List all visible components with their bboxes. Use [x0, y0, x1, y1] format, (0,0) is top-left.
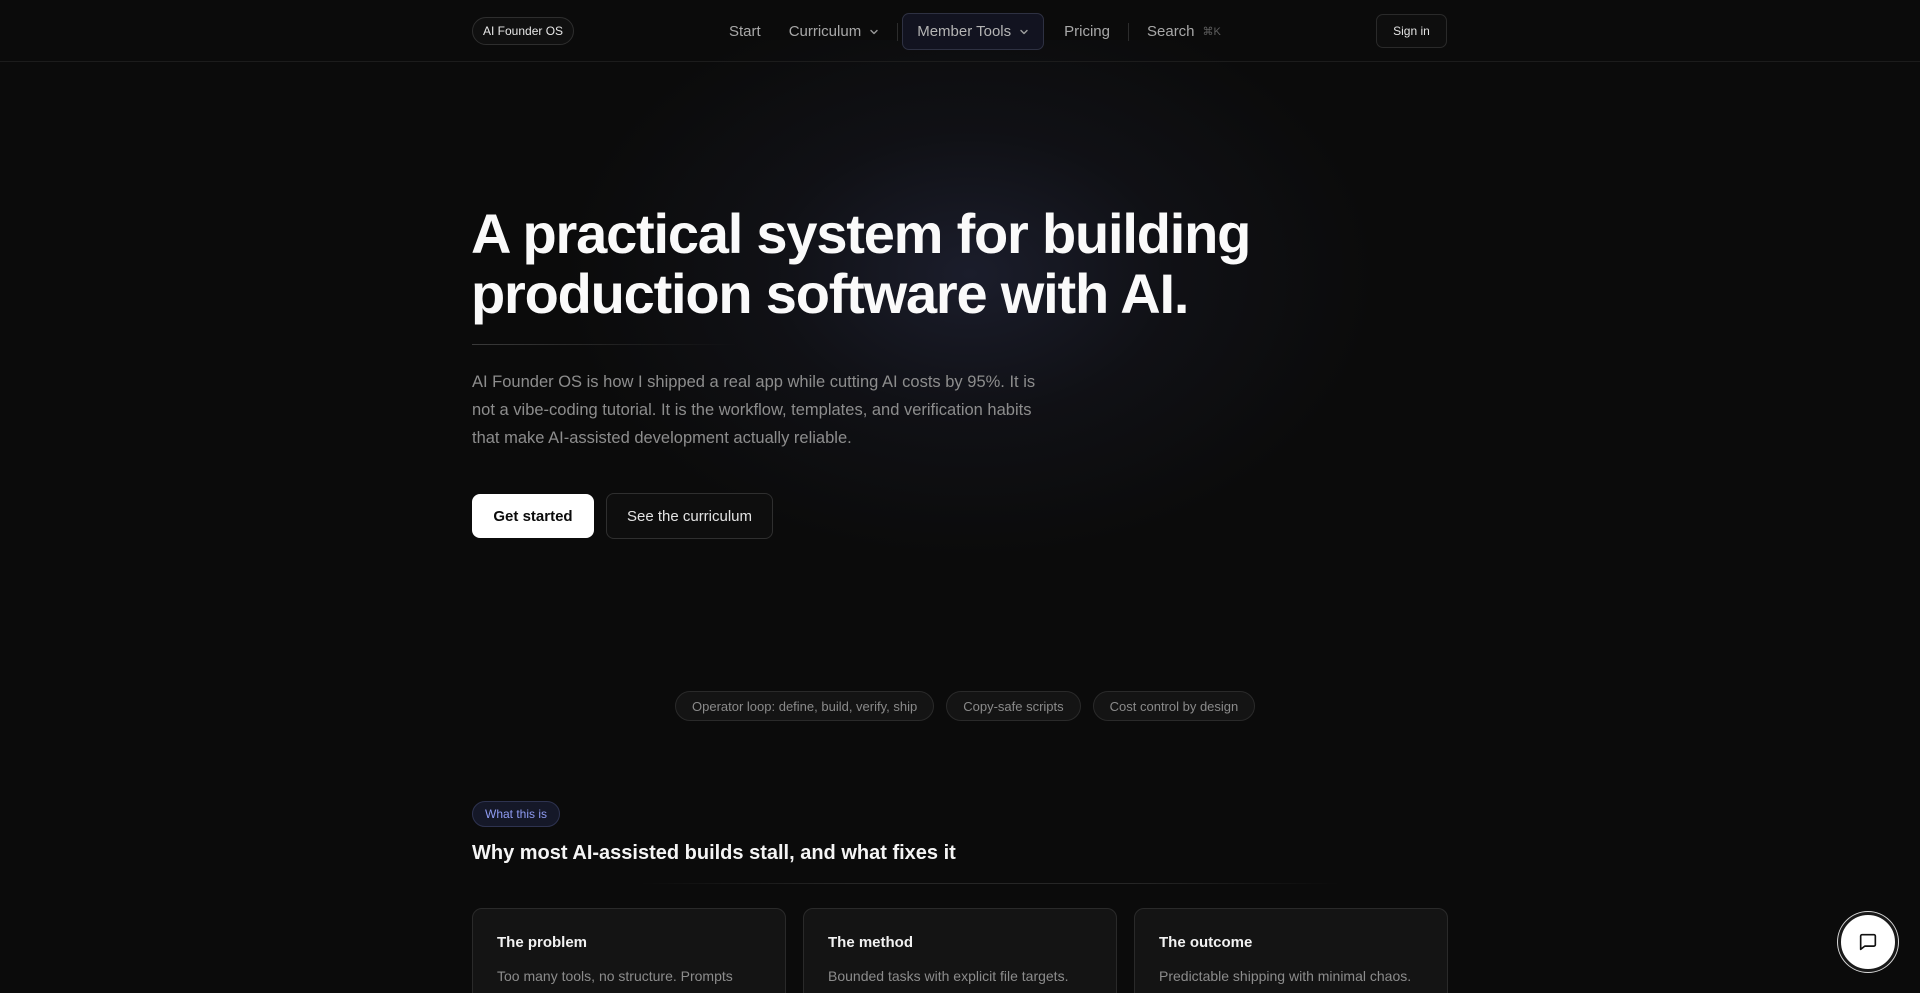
nav-curriculum-label: Curriculum — [788, 23, 862, 40]
hero-title: A practical system for building producti… — [471, 204, 1371, 324]
sign-in-button[interactable]: Sign in — [1376, 14, 1447, 48]
card-body: Bounded tasks with explicit file targets… — [828, 968, 1069, 984]
chat-bubble-icon — [1859, 933, 1877, 951]
nav-separator — [897, 22, 899, 41]
nav-search-button[interactable]: Search ⌘K — [1133, 13, 1235, 50]
feature-pill: Cost control by design — [1092, 691, 1256, 721]
nav-search-label: Search — [1147, 23, 1195, 40]
nav-start-label: Start — [729, 23, 761, 40]
feature-pill: Operator loop: define, build, verify, sh… — [675, 691, 935, 721]
nav-start-link[interactable]: Start — [715, 13, 775, 50]
top-navigation: AI Founder OS Start Curriculum Member To… — [0, 0, 1920, 62]
chevron-down-icon — [1020, 29, 1028, 34]
feature-pill: Copy-safe scripts — [946, 691, 1081, 721]
nav-pricing-link[interactable]: Pricing — [1050, 13, 1124, 50]
nav-member-tools-label: Member Tools — [917, 23, 1012, 40]
nav-member-tools-dropdown[interactable]: Member Tools — [902, 13, 1045, 50]
card-title: The problem — [497, 934, 588, 951]
nav-pricing-label: Pricing — [1064, 23, 1110, 40]
hero-divider — [472, 344, 737, 345]
hero-title-line-1: A practical system for building — [471, 202, 1251, 265]
nav-curriculum-dropdown[interactable]: Curriculum — [775, 13, 894, 50]
see-curriculum-button[interactable]: See the curriculum — [606, 493, 773, 539]
nav-separator — [1128, 22, 1129, 41]
card-method: The method Bounded tasks with explicit f… — [803, 908, 1117, 993]
card-title: The method — [828, 934, 913, 951]
brand-logo[interactable]: AI Founder OS — [472, 17, 575, 45]
card-body: Too many tools, no structure. Prompts — [497, 968, 733, 984]
card-problem: The problem Too many tools, no structure… — [472, 908, 786, 993]
nav-links: Start Curriculum Member Tools Pricing Se… — [715, 13, 1235, 50]
card-outcome: The outcome Predictable shipping with mi… — [1134, 908, 1448, 993]
section-badge: What this is — [472, 801, 561, 827]
feature-pills: Operator loop: define, build, verify, sh… — [675, 691, 1256, 721]
section-divider — [640, 883, 1340, 884]
card-body: Predictable shipping with minimal chaos. — [1159, 968, 1412, 984]
get-started-button[interactable]: Get started — [472, 494, 594, 538]
hero-description: AI Founder OS is how I shipped a real ap… — [472, 373, 1036, 447]
section-title: Why most AI-assisted builds stall, and w… — [472, 842, 956, 864]
hero-title-line-2: production software with AI. — [471, 262, 1189, 325]
card-title: The outcome — [1159, 934, 1253, 951]
chat-launcher-button[interactable] — [1838, 912, 1898, 972]
search-shortcut-hint: ⌘K — [1202, 26, 1221, 38]
info-cards: The problem Too many tools, no structure… — [472, 908, 1448, 993]
chevron-down-icon — [870, 29, 878, 34]
